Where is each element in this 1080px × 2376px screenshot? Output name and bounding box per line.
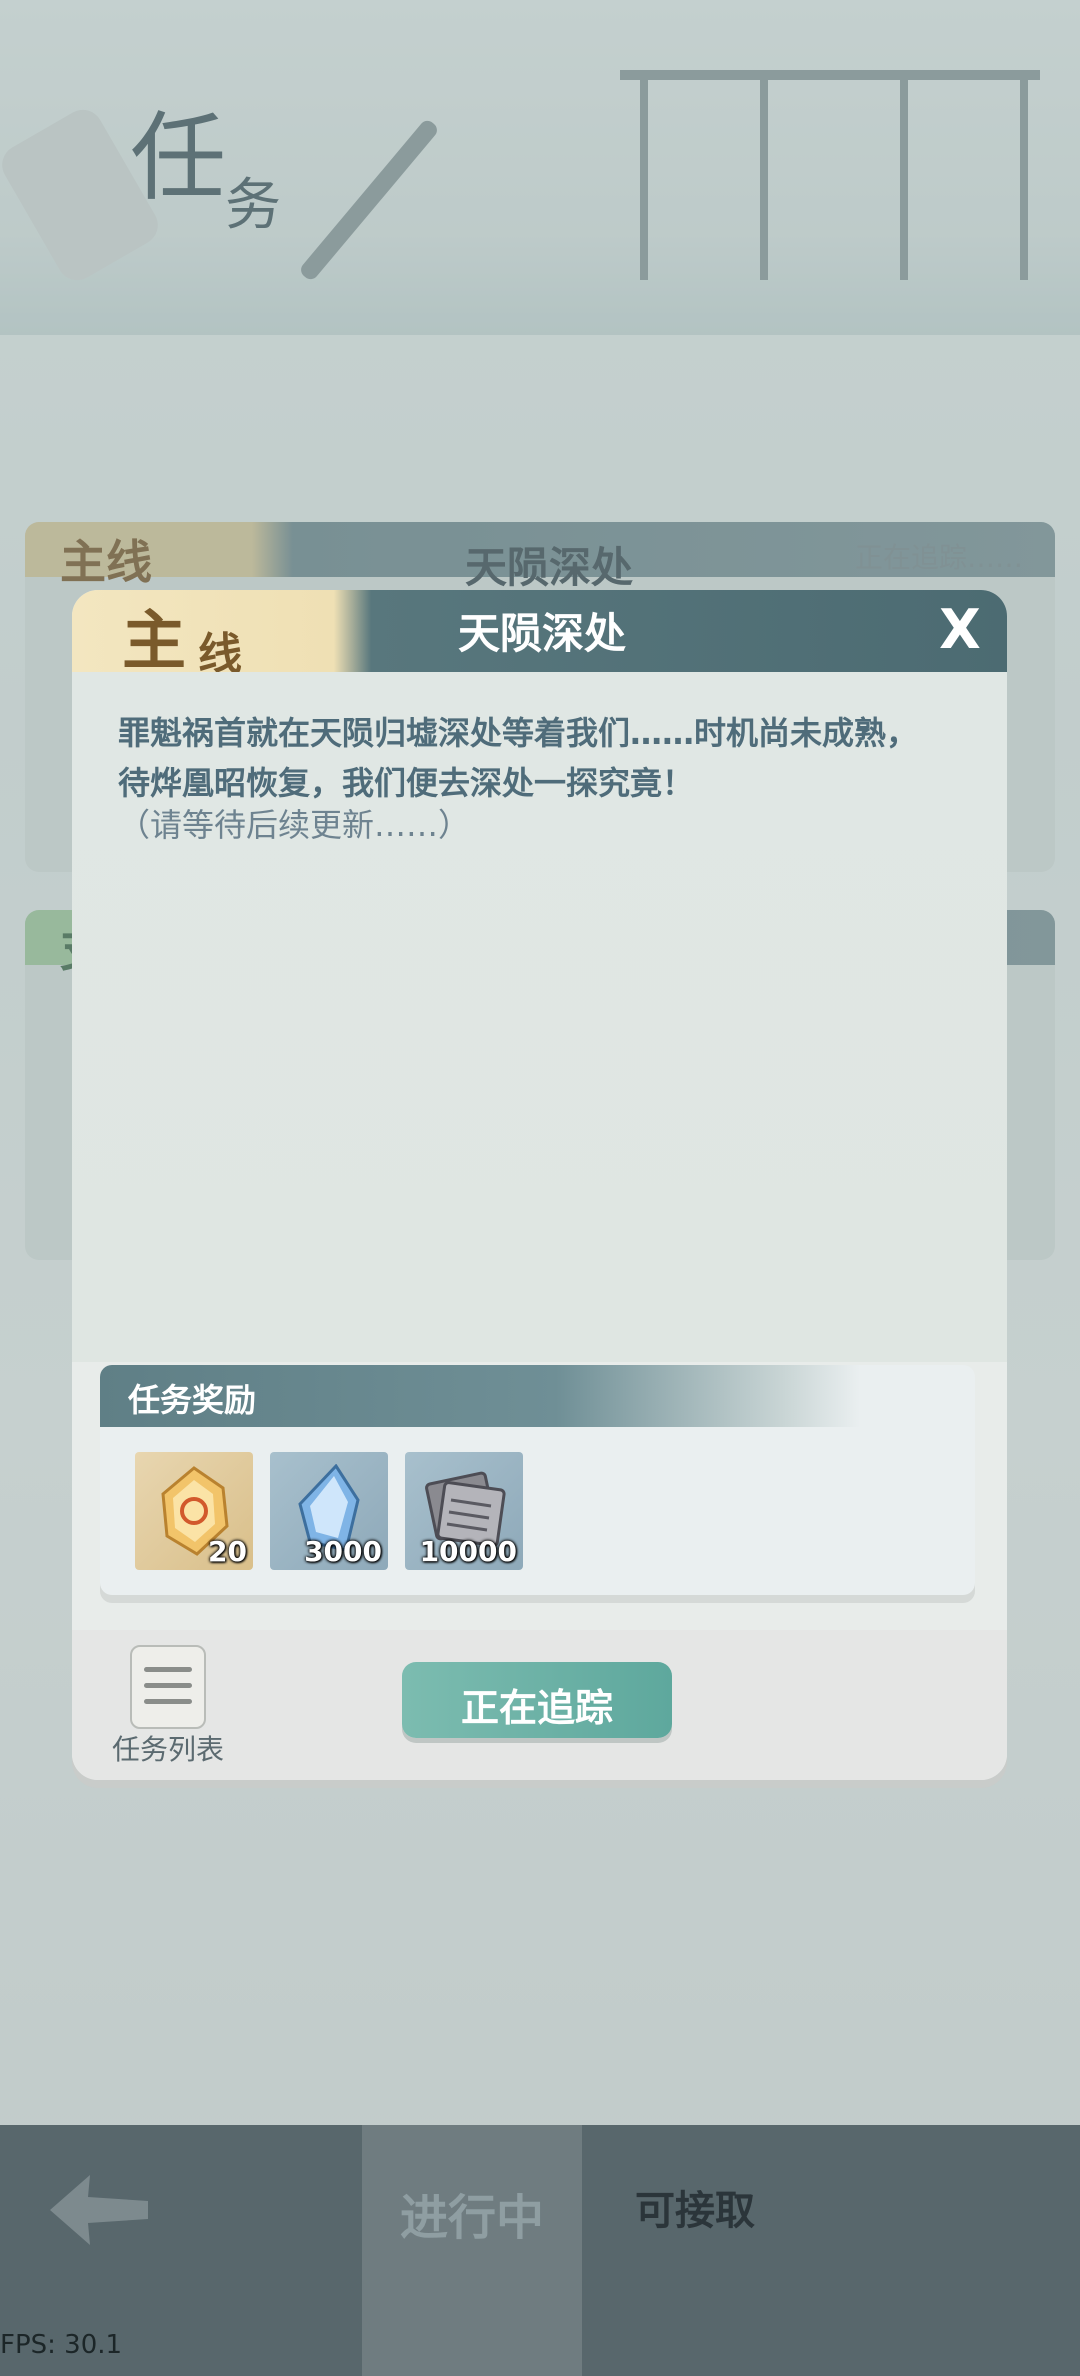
reward-count: 3000 bbox=[304, 1535, 382, 1568]
reward-item[interactable]: 10000 bbox=[405, 1452, 523, 1570]
close-button[interactable]: X bbox=[930, 600, 990, 660]
rewards-title: 任务奖励 bbox=[128, 1381, 257, 1419]
reward-count: 20 bbox=[208, 1535, 247, 1568]
tab-in-progress-label: 进行中 bbox=[399, 2190, 544, 2246]
reward-item[interactable]: 3000 bbox=[270, 1452, 388, 1570]
task-list-button[interactable] bbox=[130, 1645, 206, 1729]
reward-count: 10000 bbox=[419, 1535, 517, 1568]
quest-type-tag: 主 bbox=[122, 604, 186, 679]
fps-counter: FPS: 30.1 bbox=[0, 2330, 123, 2360]
dialog-title: 天陨深处 bbox=[457, 609, 626, 658]
tab-available[interactable]: 可接取 bbox=[585, 2178, 805, 2236]
quest-note: （请等待后续更新……） bbox=[118, 806, 471, 844]
tracking-button-label: 正在追踪 bbox=[460, 1686, 613, 1730]
task-list-label: 任务列表 bbox=[111, 1733, 224, 1766]
tab-in-progress[interactable] bbox=[362, 2125, 582, 2376]
list-icon bbox=[144, 1699, 192, 1704]
reward-item[interactable]: 20 bbox=[135, 1452, 253, 1570]
list-icon bbox=[144, 1667, 192, 1672]
back-arrow-icon[interactable] bbox=[40, 2165, 160, 2255]
list-icon bbox=[144, 1683, 192, 1688]
quest-description-line: 罪魁祸首就在天陨归墟深处等着我们……时机尚未成熟， bbox=[118, 714, 919, 752]
